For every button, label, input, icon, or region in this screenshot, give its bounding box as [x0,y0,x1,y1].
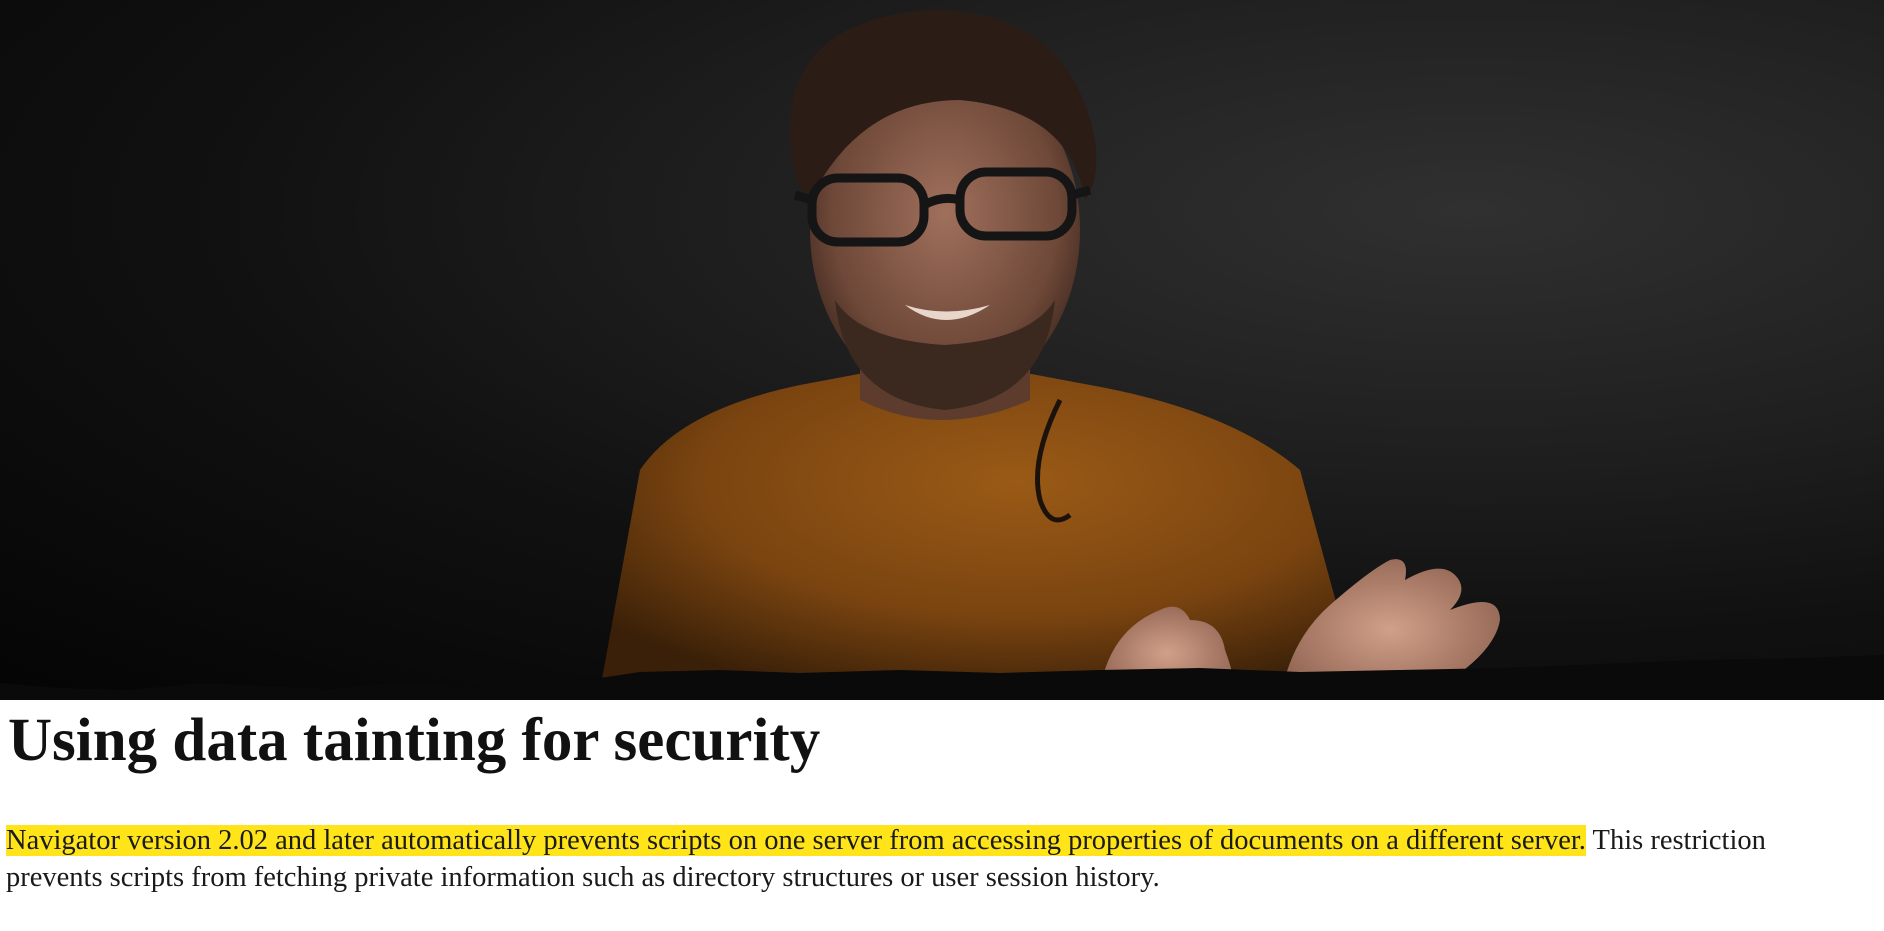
article-title: Using data tainting for security [8,707,821,774]
presenter-illustration [0,10,1884,700]
shirt-shape [600,370,1360,690]
article-paragraph: Navigator version 2.02 and later automat… [6,822,1866,896]
highlighted-sentence: Navigator version 2.02 and later automat… [6,825,1586,856]
presenter-video [0,0,1884,700]
article: Using data tainting for security Navigat… [0,680,1884,931]
screen: Using data tainting for security Navigat… [0,0,1884,931]
